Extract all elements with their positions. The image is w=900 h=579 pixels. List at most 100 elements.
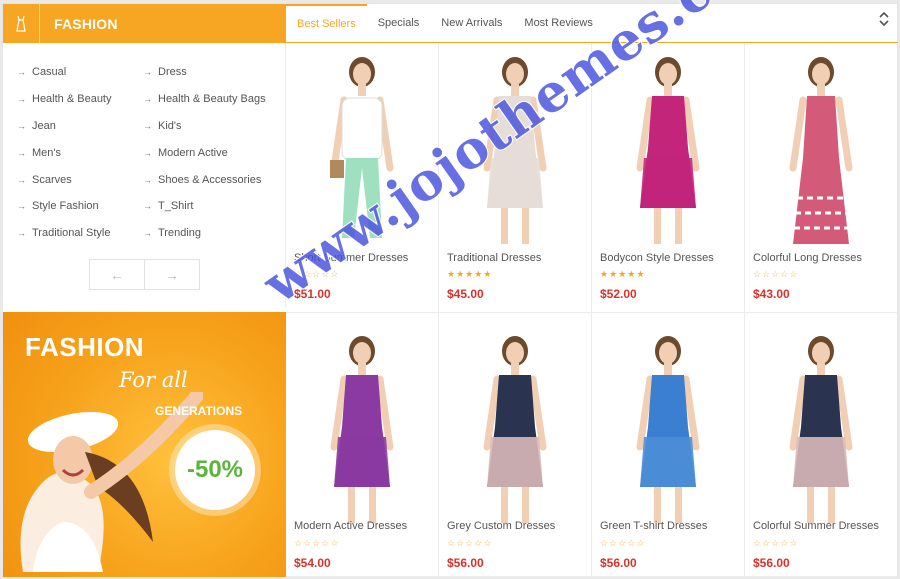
star-icon: ★ [483, 269, 493, 279]
product-card[interactable]: Colorful Long Dresses ☆☆☆☆☆ $43.00 [745, 44, 898, 313]
category-item[interactable]: → Traditional Style [17, 220, 143, 247]
category-item[interactable]: → Kid's [143, 113, 277, 140]
star-icon: ☆ [771, 538, 781, 548]
product-price: $56.00 [753, 556, 790, 570]
product-name[interactable]: Green T-shirt Dresses [600, 520, 707, 532]
category-item[interactable]: → Scarves [17, 166, 143, 193]
product-image[interactable] [592, 327, 744, 523]
arrow-right-icon: → [143, 201, 152, 212]
star-icon: ☆ [330, 538, 340, 548]
star-icon: ☆ [789, 538, 799, 548]
star-icon: ★ [618, 269, 628, 279]
promo-banner[interactable]: FASHION For all GENERATIONS -50% [3, 312, 286, 577]
product-name[interactable]: Modern Active Dresses [294, 520, 407, 532]
carousel-nav [878, 10, 890, 28]
product-name[interactable]: Colorful Summer Dresses [753, 520, 879, 532]
product-price: $54.00 [294, 556, 331, 570]
star-icon: ★ [636, 269, 646, 279]
category-item[interactable]: → Health & Beauty Bags [143, 86, 277, 113]
chevron-up-icon[interactable] [878, 10, 890, 19]
product-card[interactable]: Colorful Summer Dresses ☆☆☆☆☆ $56.00 [745, 313, 898, 577]
product-name[interactable]: Bodycon Style Dresses [600, 252, 714, 264]
product-card[interactable]: Green T-shirt Dresses ☆☆☆☆☆ $56.00 [592, 313, 745, 577]
category-item[interactable]: → T_Shirt [143, 193, 277, 220]
star-icon: ★ [600, 269, 610, 279]
banner-script-text: For all [119, 368, 188, 392]
product-image[interactable] [439, 48, 591, 248]
product-image[interactable] [286, 327, 438, 523]
product-card[interactable]: Bodycon Style Dresses ★★★★★ $52.00 [592, 44, 745, 313]
category-label: Casual [32, 66, 67, 79]
category-item[interactable]: → Health & Beauty [17, 86, 143, 113]
product-tabs: Best Sellers Specials New Arrivals Most … [286, 3, 898, 43]
category-list: → Casual → Dress → Health & Beauty → Health & B… [3, 43, 286, 308]
category-item[interactable]: → Trending [143, 220, 277, 247]
category-label: Modern Active [158, 146, 228, 159]
star-icon: ★ [447, 269, 457, 279]
star-icon: ☆ [303, 538, 313, 548]
product-card[interactable]: Modern Active Dresses ☆☆☆☆☆ $54.00 [286, 313, 439, 577]
banner-title: FASHION [25, 332, 145, 362]
category-item[interactable]: → Style Fashion [17, 193, 143, 220]
category-item[interactable]: → Shoes & Accessories [143, 166, 277, 193]
discount-badge: -50% [175, 430, 255, 510]
product-price: $43.00 [753, 287, 790, 301]
star-icon: ☆ [474, 538, 484, 548]
star-icon: ☆ [483, 538, 493, 548]
product-name[interactable]: Short Summer Dresses [294, 252, 408, 264]
tab-specials[interactable]: Specials [367, 4, 431, 43]
star-icon: ☆ [627, 538, 637, 548]
category-label: Kid's [158, 119, 182, 132]
tab-best-sellers[interactable]: Best Sellers [286, 3, 367, 43]
category-item[interactable]: → Men's [17, 139, 143, 166]
chevron-down-icon[interactable] [878, 19, 890, 28]
product-price: $45.00 [447, 287, 484, 301]
star-icon: ☆ [618, 538, 628, 548]
product-name[interactable]: Colorful Long Dresses [753, 252, 862, 264]
category-label: Scarves [32, 173, 72, 186]
star-icon: ☆ [321, 538, 331, 548]
rating-stars: ☆☆☆☆☆ [753, 269, 798, 280]
star-icon: ☆ [771, 269, 781, 279]
product-card[interactable]: Traditional Dresses ★★★★★ $45.00 [439, 44, 592, 313]
banner-subtitle: GENERATIONS [155, 404, 243, 418]
category-label: Style Fashion [32, 200, 99, 213]
product-card[interactable]: Short Summer Dresses ☆☆☆☆☆ $51.00 [286, 44, 439, 313]
prev-arrow-icon[interactable]: ← [90, 260, 145, 289]
arrow-right-icon: → [17, 228, 26, 239]
product-image[interactable] [745, 327, 898, 523]
star-icon: ★ [627, 269, 637, 279]
next-arrow-icon[interactable]: → [145, 260, 199, 289]
product-image[interactable] [745, 48, 898, 248]
star-icon: ☆ [780, 269, 790, 279]
product-card[interactable]: Grey Custom Dresses ☆☆☆☆☆ $56.00 [439, 313, 592, 577]
product-name[interactable]: Traditional Dresses [447, 252, 541, 264]
star-icon: ☆ [294, 269, 304, 279]
product-module: FASHION → Casual → Dress → Health & Beauty → He… [2, 3, 898, 577]
product-price: $51.00 [294, 287, 331, 301]
category-item[interactable]: → Casual [17, 59, 143, 86]
star-icon: ☆ [456, 538, 466, 548]
star-icon: ☆ [609, 538, 619, 548]
product-image[interactable] [592, 48, 744, 248]
tab-most-reviews[interactable]: Most Reviews [513, 4, 603, 43]
product-price: $56.00 [600, 556, 637, 570]
star-icon: ☆ [762, 538, 772, 548]
product-name[interactable]: Grey Custom Dresses [447, 520, 555, 532]
category-label: Health & Beauty Bags [158, 93, 266, 106]
product-image[interactable] [439, 327, 591, 523]
product-image[interactable] [286, 48, 438, 248]
rating-stars: ☆☆☆☆☆ [294, 538, 339, 549]
star-icon: ☆ [762, 269, 772, 279]
rating-stars: ☆☆☆☆☆ [447, 538, 492, 549]
arrow-right-icon: → [143, 94, 152, 105]
category-item[interactable]: → Dress [143, 59, 277, 86]
arrow-right-icon: → [17, 120, 26, 131]
banner-model-image [20, 392, 203, 572]
category-title: FASHION [54, 15, 118, 32]
discount-value: -50% [186, 456, 244, 483]
category-item[interactable]: → Jean [17, 113, 143, 140]
tab-new-arrivals[interactable]: New Arrivals [430, 4, 513, 43]
category-item[interactable]: → Modern Active [143, 139, 277, 166]
star-icon: ★ [456, 269, 466, 279]
